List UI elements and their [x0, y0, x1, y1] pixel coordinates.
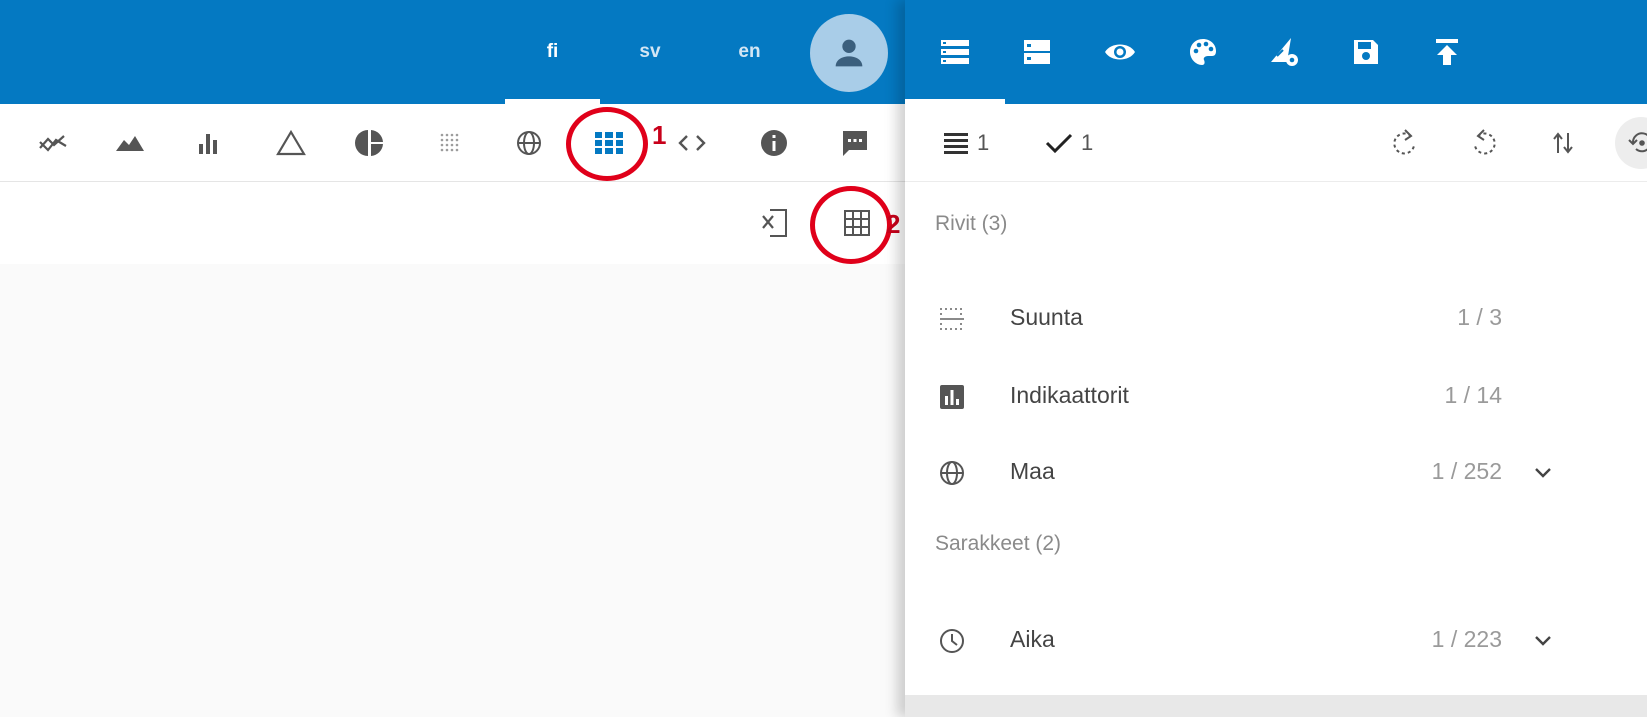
dimension-label: Suunta [1010, 304, 1083, 330]
code-embed-icon[interactable] [675, 126, 709, 160]
globe-icon[interactable] [512, 126, 546, 160]
rows-counter[interactable]: 1 [943, 124, 989, 162]
checked-count: 1 [1081, 130, 1094, 155]
annotation-number-1: 1 [652, 120, 667, 150]
dimension-label: Aika [1010, 626, 1055, 652]
rotate-left-icon[interactable] [1467, 126, 1501, 160]
comment-icon[interactable] [838, 126, 872, 160]
publish-icon[interactable] [1425, 30, 1469, 74]
chart-type-toolbar [0, 104, 905, 182]
bar-chart-icon[interactable] [193, 126, 227, 160]
triangle-icon[interactable] [274, 126, 308, 160]
dimension-count: 1 / 223 [1431, 626, 1502, 652]
app-header: fi sv en [0, 0, 905, 104]
dimension-count: 1 / 252 [1431, 458, 1502, 484]
chart-area: fi sv en 1 2 [0, 0, 905, 717]
bar-chart-box-icon [935, 380, 969, 414]
annotation-circle-2 [810, 186, 892, 264]
columns-section-label: Sarakkeet (2) [935, 532, 1062, 555]
align-justify-icon [944, 133, 968, 154]
dot-matrix-icon[interactable] [433, 126, 467, 160]
annotation-number-2: 2 [886, 209, 901, 239]
dimension-count: 1 / 14 [1444, 382, 1502, 408]
swap-vertical-icon[interactable] [1546, 126, 1580, 160]
rows-section-label: Rivit (3) [935, 212, 1008, 235]
user-avatar[interactable] [810, 14, 888, 92]
pie-chart-icon[interactable] [353, 126, 387, 160]
list-view-icon[interactable] [933, 30, 977, 74]
area-chart-icon[interactable] [113, 126, 147, 160]
panel-bottom-row [905, 695, 1647, 717]
dimension-row-suunta[interactable]: Suunta 1 / 3 [905, 280, 1647, 358]
person-icon [835, 39, 863, 67]
settings-panel: 1 1 Rivit (3) Suunta 1 / 3 Indikaattorit… [905, 0, 1647, 717]
format-shapes-settings-icon[interactable] [1262, 30, 1306, 74]
checked-counter[interactable]: 1 [1045, 124, 1093, 162]
check-icon [1045, 133, 1073, 154]
rotate-right-icon[interactable] [1388, 126, 1422, 160]
dimension-row-indikaattorit[interactable]: Indikaattorit 1 / 14 [905, 358, 1647, 436]
table-actions-bar [0, 182, 905, 264]
dimension-label: Maa [1010, 458, 1055, 484]
panel-tab-bar [905, 0, 1647, 104]
info-icon[interactable] [757, 126, 791, 160]
eye-icon[interactable] [1098, 30, 1142, 74]
lang-fi[interactable]: fi [520, 32, 585, 72]
panel-toolbar: 1 1 [905, 104, 1647, 182]
palette-icon[interactable] [1181, 30, 1225, 74]
table-content-area [0, 264, 905, 717]
chevron-down-icon[interactable] [1531, 461, 1555, 485]
lang-en[interactable]: en [712, 32, 787, 72]
dns-icon[interactable] [1015, 30, 1059, 74]
rows-count: 1 [977, 130, 990, 155]
dimension-row-maa[interactable]: Maa 1 / 252 [905, 434, 1647, 512]
save-icon[interactable] [1344, 30, 1388, 74]
clock-icon [935, 624, 969, 658]
annotation-circle-1 [566, 107, 648, 181]
dimension-row-aika[interactable]: Aika 1 / 223 [905, 602, 1647, 680]
dimension-label: Indikaattorit [1010, 382, 1129, 408]
restore-icon[interactable] [1615, 117, 1647, 169]
export-excel-icon[interactable] [758, 206, 792, 240]
dotted-grid-icon [935, 302, 969, 336]
globe-icon [935, 456, 969, 490]
trend-line-icon[interactable] [36, 126, 70, 160]
lang-sv[interactable]: sv [615, 32, 685, 72]
chevron-down-icon[interactable] [1531, 629, 1555, 653]
dimension-count: 1 / 3 [1457, 304, 1502, 330]
